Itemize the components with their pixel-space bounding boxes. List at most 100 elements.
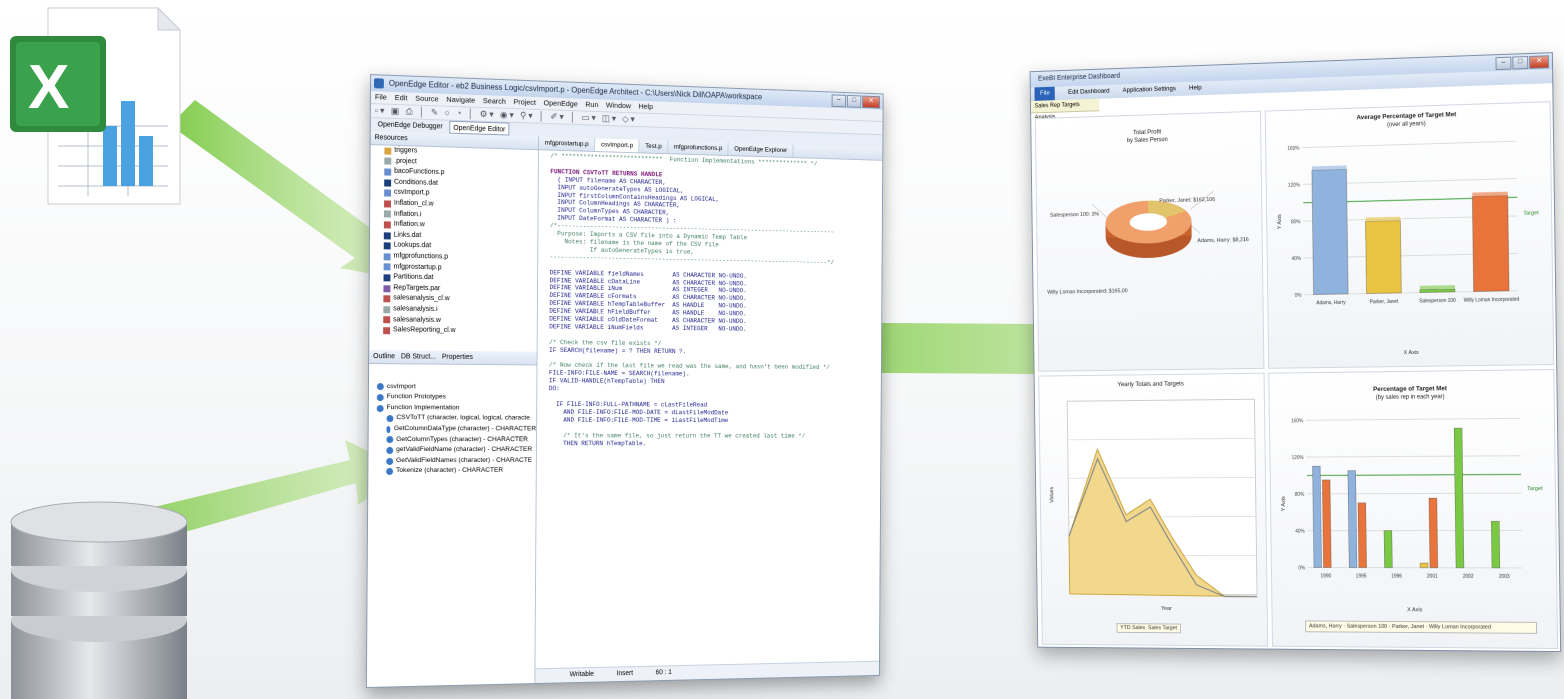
resource-tree: triggers .project bacoFunctions.p Condit… <box>369 145 538 338</box>
y-tick-label: 80% <box>1295 492 1305 498</box>
bar[interactable] <box>1472 196 1509 292</box>
function-icon <box>386 447 393 454</box>
dashboard-menu-help[interactable]: Help <box>1189 82 1202 96</box>
bar[interactable] <box>1491 521 1500 568</box>
function-icon <box>377 384 384 391</box>
bar1-target-label: Target <box>1523 210 1538 216</box>
area-legend: YTD Sales Sales Target <box>1116 623 1180 633</box>
minimize-button[interactable]: – <box>832 94 846 107</box>
file-icon <box>383 295 390 302</box>
legend-ytd-sales: YTD Sales <box>1120 625 1145 631</box>
editor-tab[interactable]: Test.p <box>640 140 669 154</box>
bar2-xlabel: X Axis <box>1407 607 1422 613</box>
outline-item[interactable]: Tokenize (character) - CHARACTER <box>376 466 536 477</box>
menu-edit[interactable]: Edit <box>395 92 408 104</box>
outline-tabs: Outline DB Struct... Properties <box>369 350 537 365</box>
file-icon <box>384 221 391 228</box>
status-position: 60 : 1 <box>655 666 671 680</box>
bar2-ylabel: Y Axis <box>1281 496 1287 511</box>
outline-item[interactable]: Function Prototypes <box>377 392 537 403</box>
area-chart-panel: Yearly Totals and Targets Values Year YT… <box>1038 373 1268 647</box>
bar[interactable] <box>1429 498 1438 568</box>
menu-file[interactable]: File <box>375 91 387 103</box>
editor-tab[interactable]: mfgprofunctions.p <box>668 141 729 155</box>
gridline <box>1302 141 1516 147</box>
donut-label-salesperson: Salesperson 100: 3% <box>1050 212 1099 219</box>
y-tick-label: 40% <box>1295 529 1305 535</box>
gridline <box>1307 456 1521 457</box>
menu-source[interactable]: Source <box>415 93 438 106</box>
x-tick-label: 2001 <box>1427 574 1438 580</box>
close-button[interactable]: ✕ <box>862 96 880 109</box>
menu-window[interactable]: Window <box>606 100 631 113</box>
target-line <box>1307 474 1521 475</box>
dashboard-tab[interactable]: Sales Rep Targets Analysis <box>1031 99 1099 114</box>
maximize-button[interactable]: □ <box>847 95 861 108</box>
menu-navigate[interactable]: Navigate <box>446 94 475 107</box>
file-icon <box>383 327 390 334</box>
tree-item[interactable]: SalesReporting_cl.w <box>383 325 537 337</box>
bar[interactable] <box>1384 531 1392 568</box>
close-button[interactable]: ✕ <box>1529 55 1549 69</box>
maximize-button[interactable]: □ <box>1512 56 1528 70</box>
x-tick-label: Willy Loman Incorporated <box>1464 297 1520 304</box>
file-icon <box>384 179 391 186</box>
x-tick-label: 2003 <box>1499 574 1510 580</box>
function-icon <box>377 405 384 412</box>
dashboard-menu-edit[interactable]: Edit Dashboard <box>1068 85 1110 100</box>
bar[interactable] <box>1322 480 1331 568</box>
dashboard-window-title: ExeBI Enterprise Dashboard <box>1038 73 1120 83</box>
file-icon <box>383 317 390 324</box>
bar[interactable] <box>1358 503 1367 568</box>
bar-chart-2-panel: Percentage of Target Met (by sales rep i… <box>1268 369 1558 649</box>
editor-tab-active[interactable]: csvImport.p <box>595 138 639 152</box>
bar-chart-1-panel: Average Percentage of Target Met (over a… <box>1265 101 1554 369</box>
menu-search[interactable]: Search <box>483 95 506 108</box>
outline-item[interactable]: GetColumnDataType (character) - CHARACTE… <box>377 424 537 435</box>
function-icon <box>386 458 393 465</box>
editor-window: OpenEdge Editor - eb2 Business Logic/csv… <box>366 74 884 688</box>
bar2-target-label: Target <box>1527 486 1542 492</box>
area-xlabel: Year <box>1161 606 1172 612</box>
minimize-button[interactable]: – <box>1495 57 1511 71</box>
outline-item[interactable]: CSVToTT (character, logical, logical, ch… <box>377 414 537 425</box>
file-icon <box>384 253 391 260</box>
x-tick-label: 1995 <box>1356 573 1367 579</box>
bar[interactable] <box>1420 563 1428 568</box>
legend-willy: Willy Loman Incorporated <box>1429 624 1491 630</box>
bar[interactable] <box>1454 428 1464 568</box>
bar[interactable] <box>1313 466 1322 567</box>
bar-chart-2: 0% 40% 80% 120% 160% 1990 1995 1996 2001 2002 2003 <box>1270 404 1557 634</box>
folder-icon <box>384 147 391 154</box>
outline-item[interactable]: getValidFieldName (character) - CHARACTE… <box>376 445 536 456</box>
dashboard-menu-settings[interactable]: Application Settings <box>1123 82 1177 97</box>
x-tick-label: Adams, Harry <box>1316 300 1346 307</box>
menu-run[interactable]: Run <box>585 99 598 111</box>
donut-chart <box>1036 151 1263 369</box>
gridline <box>1306 418 1520 420</box>
status-insert: Insert <box>617 667 634 681</box>
app-logo-icon <box>374 78 384 88</box>
bar[interactable] <box>1348 471 1357 568</box>
y-tick-label: 120% <box>1292 455 1305 461</box>
donut-panel: Total Profit by Sales Person Parker, Jan… <box>1035 111 1265 372</box>
function-icon <box>377 394 384 401</box>
menu-openedge[interactable]: OpenEdge <box>544 97 578 110</box>
menu-help[interactable]: Help <box>638 101 653 113</box>
bar[interactable] <box>1312 169 1348 294</box>
y-tick-label: 80% <box>1291 219 1301 225</box>
source-code[interactable]: /* **************************** Function… <box>537 150 882 447</box>
editor-tab[interactable]: mfgprostartup.p <box>539 136 595 151</box>
menu-project[interactable]: Project <box>514 96 536 109</box>
dashboard-menu-file[interactable]: File <box>1034 87 1055 101</box>
editor-tab[interactable]: OpenEdge Explorer <box>729 143 794 158</box>
bar[interactable] <box>1365 221 1401 294</box>
outline-item[interactable]: GetValidFieldNames (character) - CHARACT… <box>376 456 536 467</box>
tab-db-struct[interactable]: DB Struct... <box>401 350 436 363</box>
outline-item[interactable]: Function Implementation <box>377 403 537 414</box>
outline-item[interactable]: GetColumnTypes (character) - CHARACTER <box>376 435 536 446</box>
tab-properties[interactable]: Properties <box>442 350 473 363</box>
excel-file-icon: X <box>8 6 184 206</box>
tab-outline[interactable]: Outline <box>373 350 395 363</box>
file-icon <box>384 274 391 281</box>
